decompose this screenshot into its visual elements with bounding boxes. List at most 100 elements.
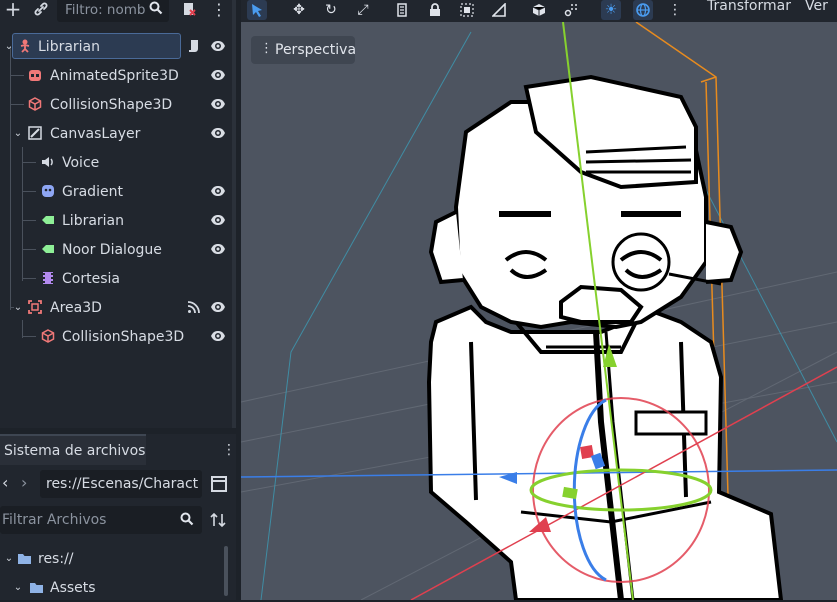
search-icon: [149, 1, 163, 19]
rotate-tool-icon[interactable]: ↻: [321, 0, 341, 20]
sprite-icon: [27, 67, 43, 83]
filesystem-scrollbar[interactable]: [224, 546, 228, 596]
chevron-down-icon[interactable]: ⌄: [10, 299, 26, 315]
eye-icon[interactable]: [210, 39, 226, 53]
filesystem-nav: ‹ › res://Escenas/Charact: [0, 470, 236, 498]
perspective-menu-button[interactable]: ⋮ Perspectiva: [251, 36, 357, 64]
kebab-menu-icon[interactable]: ⋮: [222, 442, 236, 458]
tree-item-label: Noor Dialogue: [62, 241, 162, 258]
collision-cube-icon: [40, 328, 56, 344]
chevron-down-icon[interactable]: ⌄: [1, 550, 17, 566]
label-tag-icon: [40, 241, 56, 257]
label-tag-icon: [40, 212, 56, 228]
eye-icon[interactable]: [210, 329, 226, 343]
filesystem-filter-placeholder: Filtrar Archivos: [2, 512, 107, 528]
tree-item-label: Librarian: [62, 212, 125, 229]
split-view-icon[interactable]: [211, 476, 227, 496]
chevron-left-icon[interactable]: ‹: [2, 473, 8, 492]
tree-item-area-collisionshape3d[interactable]: CollisionShape3D: [0, 322, 236, 351]
control-icon: [40, 183, 56, 199]
tree-guide: [22, 220, 36, 221]
group-icon[interactable]: [457, 0, 477, 20]
eye-icon[interactable]: [210, 126, 226, 140]
3d-viewport[interactable]: ⋮ Perspectiva: [241, 22, 837, 600]
link-icon[interactable]: [28, 0, 54, 20]
tree-item-label: CanvasLayer: [50, 125, 141, 142]
ruler-icon[interactable]: [489, 0, 509, 20]
sort-icon[interactable]: [210, 512, 226, 532]
path-field[interactable]: res://Escenas/Charact: [40, 470, 202, 498]
sun-icon[interactable]: ☀: [601, 0, 621, 20]
tree-item-label: AnimatedSprite3D: [50, 67, 179, 84]
tree-item-label: Gradient: [62, 183, 123, 200]
search-icon: [180, 512, 194, 530]
tree-guide: [22, 249, 36, 250]
snap-icon[interactable]: [561, 0, 581, 20]
move-tool-icon[interactable]: ✥: [289, 0, 309, 20]
eye-icon[interactable]: [210, 68, 226, 82]
view-menu[interactable]: Ver: [805, 0, 828, 14]
transform-menu[interactable]: Transformar: [707, 0, 791, 14]
tree-item-label: Voice: [62, 154, 100, 171]
chevron-down-icon[interactable]: ⌄: [10, 125, 26, 141]
chevron-down-icon[interactable]: ⌄: [10, 579, 26, 595]
tree-item-label: CollisionShape3D: [62, 328, 185, 345]
select-tool-icon[interactable]: [247, 0, 267, 20]
tree-item-label: CollisionShape3D: [50, 96, 173, 113]
tree-item-noor-dialogue[interactable]: Noor Dialogue: [0, 235, 236, 264]
path-value: res://Escenas/Charact: [46, 476, 199, 492]
tree-item-gradient[interactable]: Gradient: [0, 177, 236, 206]
chevron-right-icon[interactable]: ›: [21, 473, 27, 492]
kebab-menu-icon: ⋮: [260, 41, 273, 56]
tree-item-label: Area3D: [50, 299, 102, 316]
collision-cube-icon: [27, 96, 43, 112]
scene-toolbar: + Filtro: nomb ⋮: [0, 0, 236, 22]
area-icon: [27, 299, 43, 315]
list-tool-icon[interactable]: [393, 0, 413, 20]
tree-item-voice[interactable]: Voice: [0, 148, 236, 177]
kebab-menu-icon[interactable]: ⋮: [206, 0, 232, 20]
globe-icon[interactable]: [633, 0, 653, 20]
tree-item-librarian-label[interactable]: Librarian: [0, 206, 236, 235]
eye-icon[interactable]: [210, 97, 226, 111]
fs-item-label: Assets: [50, 579, 96, 596]
lock-icon[interactable]: [425, 0, 445, 20]
viewport-toolbar: ✥ ↻ ⤢ ☀ ⋮ Transformar Ver: [241, 0, 837, 22]
tree-item-librarian-root[interactable]: ⌄ Librarian: [0, 32, 236, 61]
scene-dock: + Filtro: nomb ⋮ ⌄ Librarian AnimatedSpr…: [0, 0, 236, 428]
perspective-label: Perspectiva: [275, 42, 357, 58]
eye-icon[interactable]: [210, 184, 226, 198]
tree-item-canvaslayer[interactable]: ⌄ CanvasLayer: [0, 119, 236, 148]
tree-guide: [22, 191, 36, 192]
scene-filter-input[interactable]: Filtro: nomb: [57, 0, 169, 22]
tree-guide: [22, 162, 36, 163]
tree-item-cortesia[interactable]: Cortesia: [0, 264, 236, 293]
fs-item-res[interactable]: ⌄ res://: [0, 544, 236, 573]
person-icon: [17, 38, 33, 54]
tab-filesystem[interactable]: Sistema de archivos: [0, 434, 146, 465]
script-remove-icon[interactable]: [176, 0, 202, 20]
tree-guide: [22, 336, 36, 337]
tree-item-area3d[interactable]: ⌄ Area3D: [0, 293, 236, 322]
fs-item-assets[interactable]: ⌄ Assets: [0, 573, 236, 602]
eye-icon[interactable]: [210, 213, 226, 227]
eye-icon[interactable]: [210, 242, 226, 256]
video-player-icon: [40, 270, 56, 286]
filesystem-filter-input[interactable]: Filtrar Archivos: [0, 506, 202, 534]
canvas-layer-icon: [27, 125, 43, 141]
add-node-button[interactable]: +: [0, 0, 26, 21]
character-sprite: [426, 74, 784, 600]
kebab-menu-icon[interactable]: ⋮: [665, 0, 685, 20]
tree-item-animatedsprite3d[interactable]: AnimatedSprite3D: [0, 61, 236, 90]
viewport-scene: [241, 22, 837, 600]
signal-icon[interactable]: [186, 299, 202, 315]
eye-icon[interactable]: [210, 300, 226, 314]
scale-tool-icon[interactable]: ⤢: [353, 0, 373, 20]
tree-guide: [22, 278, 36, 279]
cube-icon[interactable]: [529, 0, 549, 20]
tree-guide: [10, 104, 24, 105]
tree-item-collisionshape3d[interactable]: CollisionShape3D: [0, 90, 236, 119]
scene-scrollbar[interactable]: [232, 0, 236, 428]
script-icon[interactable]: [186, 38, 202, 54]
speaker-icon: [40, 154, 56, 170]
